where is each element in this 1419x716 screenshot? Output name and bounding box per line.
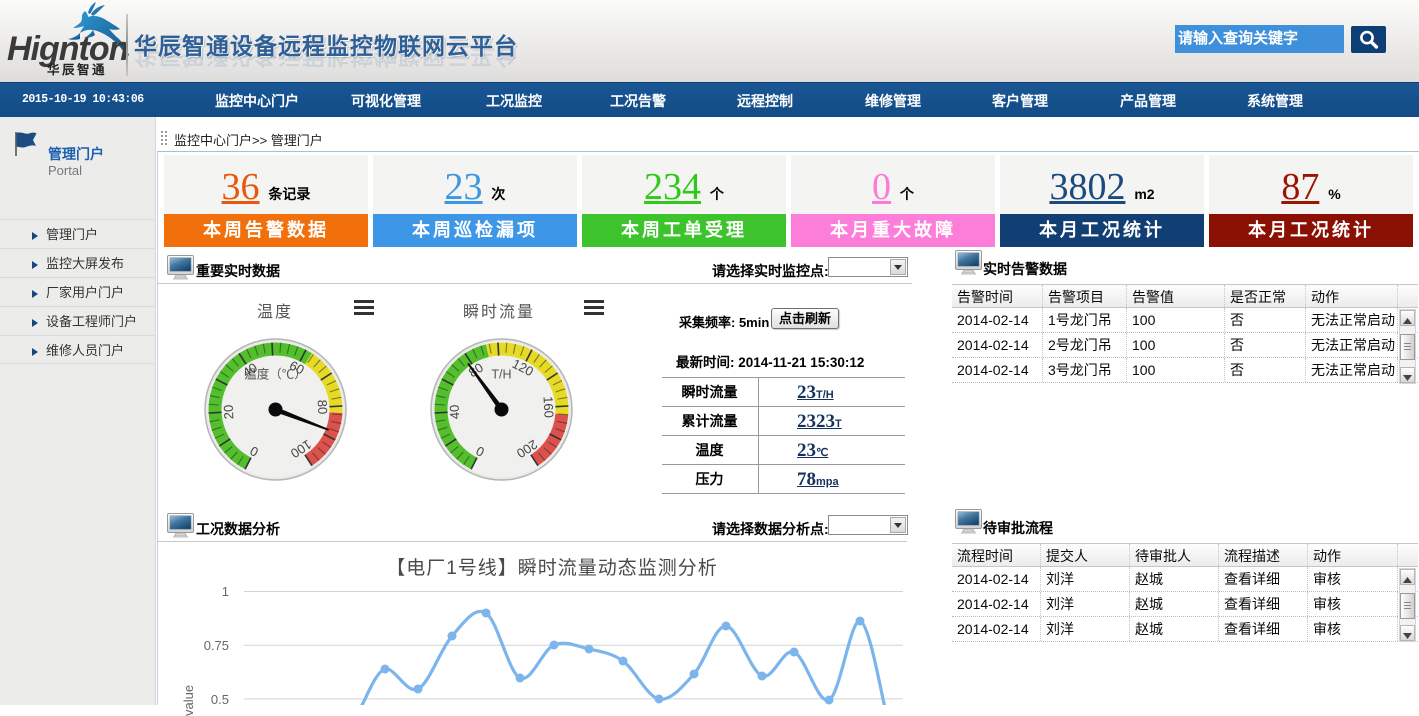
svg-text:20: 20: [221, 404, 237, 419]
svg-text:160: 160: [540, 396, 556, 418]
svg-text:T/H: T/H: [491, 368, 511, 382]
svg-text:40: 40: [447, 404, 463, 419]
svg-text:80: 80: [315, 399, 331, 414]
